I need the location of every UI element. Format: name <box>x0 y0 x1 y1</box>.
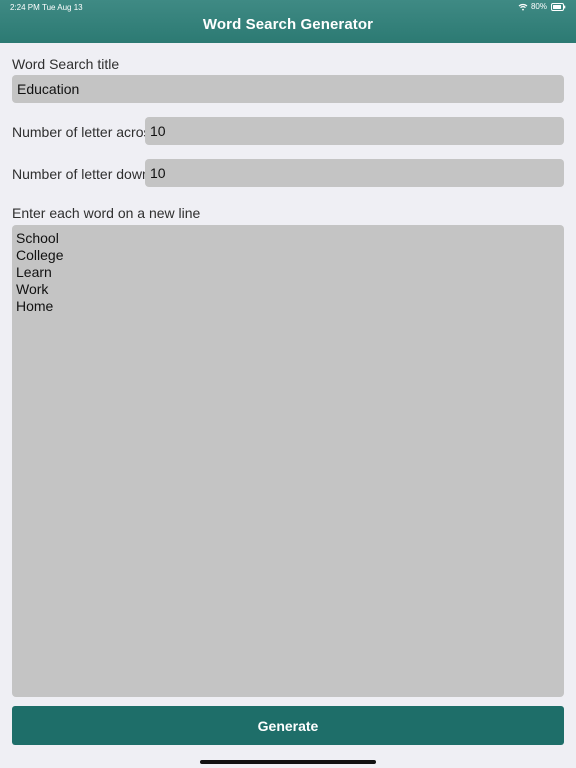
app-header: 2:24 PM Tue Aug 13 80% Word Search Gener… <box>0 0 576 43</box>
wifi-icon <box>518 3 528 11</box>
status-indicators: 80% <box>518 2 566 11</box>
generate-button[interactable]: Generate <box>12 706 564 745</box>
across-label: Number of letter across <box>12 124 158 140</box>
home-indicator <box>200 760 376 764</box>
battery-icon <box>551 2 566 11</box>
battery-percentage: 80% <box>530 2 547 11</box>
title-input[interactable] <box>12 75 564 103</box>
down-label: Number of letter down <box>12 166 150 182</box>
status-date: Tue Aug 13 <box>42 3 83 12</box>
words-textarea[interactable]: School College Learn Work Home <box>12 225 564 697</box>
status-time: 2:24 PM <box>10 3 40 12</box>
status-bar: 2:24 PM Tue Aug 13 80% <box>0 0 576 14</box>
across-input[interactable] <box>145 117 564 145</box>
down-input[interactable] <box>145 159 564 187</box>
page-title: Word Search Generator <box>202 16 374 33</box>
title-label: Word Search title <box>12 56 120 72</box>
words-label: Enter each word on a new line <box>12 205 201 221</box>
